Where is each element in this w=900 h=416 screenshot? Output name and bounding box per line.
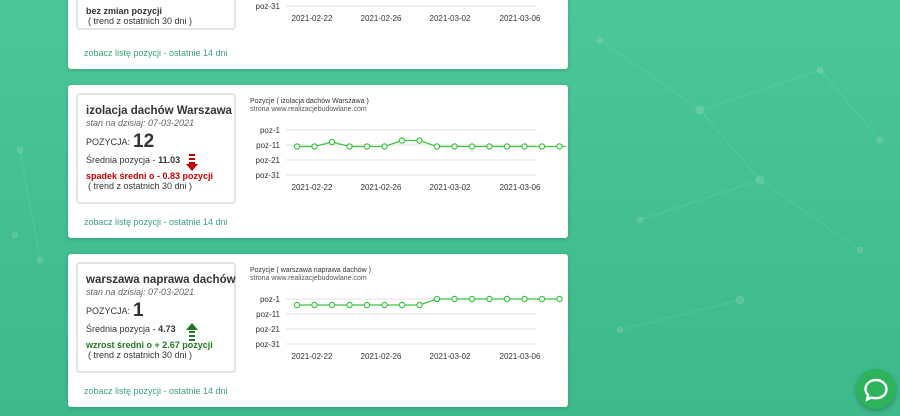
data-point	[468, 295, 476, 303]
x-tick-label: 2021-02-26	[361, 14, 402, 23]
data-point	[433, 143, 441, 150]
keyword-card: bez zmian pozycji ( trend z ostatnich 30…	[68, 0, 568, 69]
x-tick-label: 2021-02-26	[361, 183, 402, 192]
trend-note: ( trend z ostatnich 30 dni )	[88, 181, 193, 191]
average-row: Średnia pozycja - 4.73	[86, 323, 226, 341]
average-row: Średnia pozycja - 11.03	[86, 154, 226, 171]
average-label: Średnia pozycja -	[86, 155, 156, 165]
data-point	[381, 143, 388, 150]
data-point	[503, 143, 511, 150]
position-value: 1	[133, 300, 144, 321]
data-point	[556, 295, 563, 303]
data-point	[538, 143, 546, 150]
chat-bubble-icon	[864, 378, 888, 402]
x-tick-label: 2021-02-22	[292, 352, 333, 361]
data-point	[381, 301, 388, 309]
keyword-card: warszawa naprawa dachów stan na dzisiaj:…	[68, 254, 568, 407]
x-tick-label: 2021-03-02	[430, 183, 471, 192]
arrow-down-icon	[186, 154, 198, 171]
data-point	[328, 138, 336, 146]
position-row: POZYCJA: 12	[86, 131, 226, 153]
data-point	[363, 301, 371, 309]
position-chart: Pozycje ( izolacja dachów Warszawa ) str…	[246, 85, 566, 235]
data-point	[311, 301, 318, 309]
position-list-link[interactable]: zobacz listę pozycji - ostatnie 14 dni	[84, 386, 228, 396]
data-point	[346, 301, 353, 309]
data-point	[416, 301, 423, 309]
chat-button[interactable]	[856, 369, 896, 409]
y-tick-label: poz-31	[256, 2, 281, 11]
data-point	[433, 295, 441, 303]
position-list-link[interactable]: zobacz listę pozycji - ostatnie 14 dni	[84, 217, 228, 227]
series-line	[297, 298, 560, 306]
trend-label: spadek średni o - 0.83 pozycji	[86, 171, 214, 181]
chart-svg: poz-31 2021-02-22 2021-02-26 2021-03-02 2021…	[256, 2, 541, 23]
y-tick-label: poz-1	[260, 295, 281, 304]
y-tick-label: poz-21	[256, 156, 281, 165]
data-point	[451, 143, 458, 150]
position-row: POZYCJA: 1	[86, 300, 226, 322]
x-tick-label: 2021-02-22	[292, 14, 333, 23]
data-point	[468, 143, 476, 150]
data-point	[521, 143, 528, 150]
x-tick-label: 2021-03-06	[500, 352, 541, 361]
x-tick-label: 2021-03-06	[500, 183, 541, 192]
keyword-stats-box: bez zmian pozycji ( trend z ostatnich 30…	[76, 0, 236, 30]
position-value: 12	[133, 131, 155, 152]
data-point	[346, 143, 353, 150]
position-list-link[interactable]: zobacz listę pozycji - ostatnie 14 dni	[84, 48, 228, 58]
data-point	[363, 143, 371, 150]
y-tick-label: poz-11	[256, 310, 280, 319]
average-value: 11.03	[158, 155, 181, 165]
x-tick-label: 2021-02-26	[361, 352, 402, 361]
data-point	[503, 295, 511, 303]
data-point	[556, 143, 563, 150]
keyword-title: izolacja dachów Warszawa	[86, 105, 232, 117]
data-point	[293, 301, 301, 309]
x-tick-label: 2021-03-02	[430, 352, 471, 361]
y-tick-label: poz-21	[256, 325, 281, 334]
data-point	[328, 301, 336, 309]
keyword-card: izolacja dachów Warszawa stan na dzisiaj…	[68, 85, 568, 238]
y-tick-label: poz-31	[256, 171, 281, 180]
data-point	[486, 295, 493, 303]
position-label: POZYCJA:	[86, 306, 131, 316]
data-point	[521, 295, 528, 303]
date-label: stan na dzisiaj: 07-03-2021	[86, 287, 195, 297]
x-tick-label: 2021-03-06	[500, 14, 541, 23]
data-point	[398, 137, 406, 144]
trend-note: ( trend z ostatnich 30 dni )	[88, 350, 193, 360]
data-point	[451, 295, 458, 303]
chart-svg: poz-1 poz-11 poz-21 poz-31 2021-02-22 2021-02…	[256, 295, 563, 361]
trend-note: ( trend z ostatnich 30 dni )	[88, 16, 193, 26]
trend-label: bez zmian pozycji	[86, 6, 163, 16]
data-point	[416, 137, 423, 144]
keyword-stats-box: izolacja dachów Warszawa stan na dzisiaj…	[76, 93, 236, 204]
data-point	[293, 143, 301, 150]
average-label: Średnia pozycja -	[86, 324, 156, 334]
x-tick-label: 2021-03-02	[430, 14, 471, 23]
data-point	[486, 143, 493, 150]
position-label: POZYCJA:	[86, 137, 131, 147]
y-tick-label: poz-11	[256, 141, 280, 150]
average-value: 4.73	[158, 324, 176, 334]
position-chart: Pozycje ( warszawa naprawa dachów ) stro…	[246, 254, 566, 404]
trend-label: wzrost średni o + 2.67 pozycji	[86, 340, 213, 350]
date-label: stan na dzisiaj: 07-03-2021	[86, 118, 195, 128]
data-point	[311, 143, 318, 150]
x-tick-label: 2021-02-22	[292, 183, 333, 192]
y-tick-label: poz-1	[260, 126, 281, 135]
keyword-title: warszawa naprawa dachów	[86, 274, 236, 286]
keyword-stats-box: warszawa naprawa dachów stan na dzisiaj:…	[76, 262, 236, 373]
data-point	[538, 295, 546, 303]
chart-svg: poz-1 poz-11 poz-21 poz-31 2021-02-22 2021-02…	[256, 126, 566, 192]
arrow-up-icon	[186, 323, 198, 341]
y-tick-label: poz-31	[256, 340, 281, 349]
data-point	[398, 301, 406, 309]
